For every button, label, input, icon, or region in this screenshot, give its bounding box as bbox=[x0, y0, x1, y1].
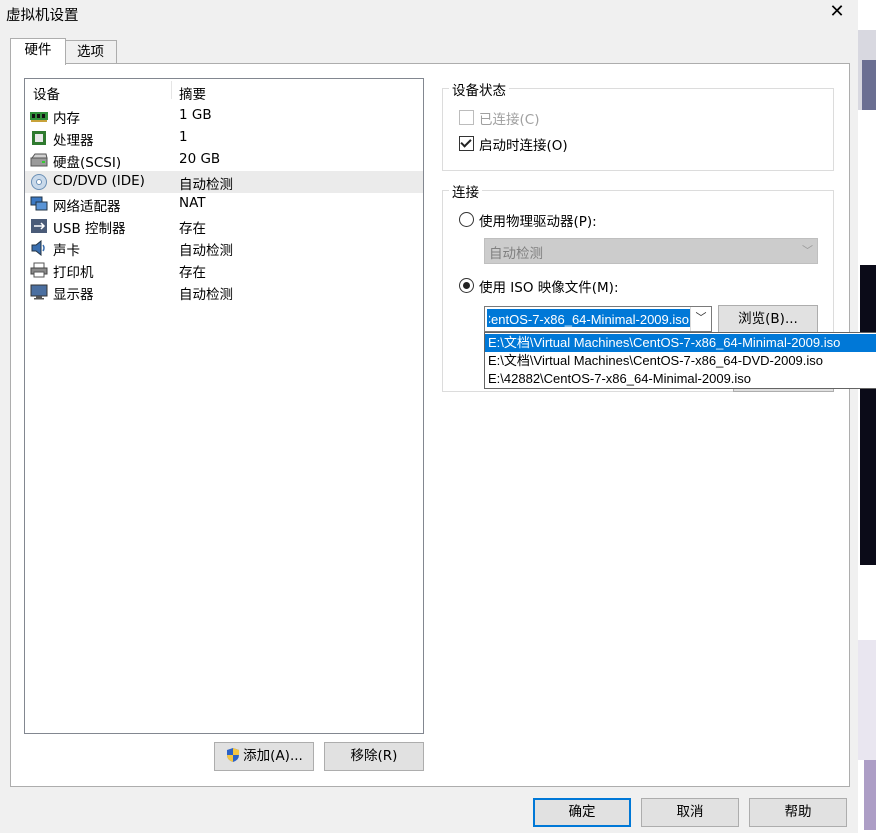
iso-option[interactable]: E:\文档\Virtual Machines\CentOS-7-x86_64-M… bbox=[485, 334, 876, 352]
iso-option[interactable]: E:\文档\Virtual Machines\CentOS-7-x86_64-D… bbox=[485, 352, 876, 370]
remove-device-button[interactable]: 移除(R) bbox=[324, 742, 424, 771]
column-header-device[interactable]: 设备 bbox=[33, 83, 60, 103]
device-row-hard-disk[interactable]: 硬盘(SCSI) 20 GB bbox=[25, 149, 423, 171]
device-summary: 自动检测 bbox=[179, 243, 233, 259]
tab-hardware[interactable]: 硬件 bbox=[10, 38, 66, 65]
printer-icon bbox=[30, 262, 48, 278]
device-status-legend: 设备状态 bbox=[449, 79, 509, 99]
device-summary: 存在 bbox=[179, 265, 206, 281]
cd-dvd-icon bbox=[30, 174, 48, 190]
connected-checkbox[interactable] bbox=[459, 110, 474, 125]
device-summary: 自动检测 bbox=[179, 287, 233, 303]
device-row-usb-controller[interactable]: USB 控制器 存在 bbox=[25, 215, 423, 237]
physical-drive-select[interactable]: 自动检测 ﹀ bbox=[484, 238, 818, 264]
iso-path-combobox[interactable]: ﹀ bbox=[484, 306, 712, 332]
use-physical-drive-radio[interactable] bbox=[459, 212, 474, 227]
window-title: 虚拟机设置 bbox=[6, 8, 79, 24]
iso-path-input[interactable] bbox=[487, 309, 691, 327]
use-physical-drive-label: 使用物理驱动器(P): bbox=[479, 214, 597, 230]
connection-legend: 连接 bbox=[449, 181, 482, 201]
device-name: 内存 bbox=[53, 111, 80, 127]
device-name: 处理器 bbox=[53, 133, 94, 149]
use-iso-image-radio[interactable] bbox=[459, 278, 474, 293]
uac-shield-icon bbox=[227, 748, 240, 762]
device-summary: 存在 bbox=[179, 221, 206, 237]
device-row-display[interactable]: 显示器 自动检测 bbox=[25, 281, 423, 303]
iso-option[interactable]: E:\42882\CentOS-7-x86_64-Minimal-2009.is… bbox=[485, 370, 876, 388]
chevron-down-icon[interactable]: ﹀ bbox=[690, 307, 711, 331]
device-summary: NAT bbox=[179, 195, 206, 211]
connect-at-power-on-label: 启动时连接(O) bbox=[479, 138, 568, 154]
device-row-printer[interactable]: 打印机 存在 bbox=[25, 259, 423, 281]
device-name: 网络适配器 bbox=[53, 199, 121, 215]
iso-history-dropdown[interactable]: E:\文档\Virtual Machines\CentOS-7-x86_64-M… bbox=[484, 332, 876, 389]
help-button[interactable]: 帮助 bbox=[749, 798, 847, 827]
ok-button[interactable]: 确定 bbox=[533, 798, 631, 827]
usb-icon bbox=[30, 218, 48, 234]
device-name: USB 控制器 bbox=[53, 221, 126, 237]
device-status-group: 设备状态 已连接(C) 启动时连接(O) bbox=[442, 79, 834, 171]
hard-disk-icon bbox=[30, 152, 48, 168]
chevron-down-icon: ﹀ bbox=[802, 244, 813, 257]
device-name: 打印机 bbox=[53, 265, 94, 281]
device-row-memory[interactable]: 内存 1 GB bbox=[25, 105, 423, 127]
device-list-header: 设备 摘要 bbox=[25, 79, 423, 103]
cancel-button[interactable]: 取消 bbox=[641, 798, 739, 827]
background-desktop-strip bbox=[858, 0, 876, 833]
connected-label: 已连接(C) bbox=[479, 112, 540, 128]
device-row-network-adapter[interactable]: 网络适配器 NAT bbox=[25, 193, 423, 215]
close-icon: ✕ bbox=[829, 1, 845, 22]
close-button[interactable]: ✕ bbox=[827, 1, 847, 23]
column-header-summary[interactable]: 摘要 bbox=[179, 83, 206, 103]
browse-button[interactable]: 浏览(B)... bbox=[718, 305, 818, 334]
device-list[interactable]: 设备 摘要 内存 1 GB 处理器 1 硬盘(SCSI) 20 GB CD/DV… bbox=[24, 78, 424, 734]
memory-icon bbox=[30, 108, 48, 124]
device-row-cd-dvd[interactable]: CD/DVD (IDE) 自动检测 bbox=[25, 171, 423, 193]
device-name: 显示器 bbox=[53, 287, 94, 303]
processor-icon bbox=[30, 130, 48, 146]
display-icon bbox=[30, 284, 48, 300]
device-summary: 20 GB bbox=[179, 151, 221, 167]
network-adapter-icon bbox=[30, 196, 48, 212]
sound-card-icon bbox=[30, 240, 48, 256]
device-summary: 1 bbox=[179, 129, 188, 145]
device-summary: 自动检测 bbox=[179, 177, 233, 193]
device-summary: 1 GB bbox=[179, 107, 212, 123]
add-device-label: 添加(A)... bbox=[243, 748, 303, 764]
add-device-button[interactable]: 添加(A)... bbox=[214, 742, 314, 771]
device-name: 硬盘(SCSI) bbox=[53, 155, 122, 171]
physical-drive-value: 自动检测 bbox=[489, 246, 543, 262]
connect-at-power-on-checkbox[interactable] bbox=[459, 136, 474, 151]
tab-options[interactable]: 选项 bbox=[64, 40, 117, 63]
device-row-sound-card[interactable]: 声卡 自动检测 bbox=[25, 237, 423, 259]
device-row-processor[interactable]: 处理器 1 bbox=[25, 127, 423, 149]
use-iso-image-label: 使用 ISO 映像文件(M): bbox=[479, 280, 619, 296]
device-name: 声卡 bbox=[53, 243, 80, 259]
device-name: CD/DVD (IDE) bbox=[53, 173, 145, 189]
